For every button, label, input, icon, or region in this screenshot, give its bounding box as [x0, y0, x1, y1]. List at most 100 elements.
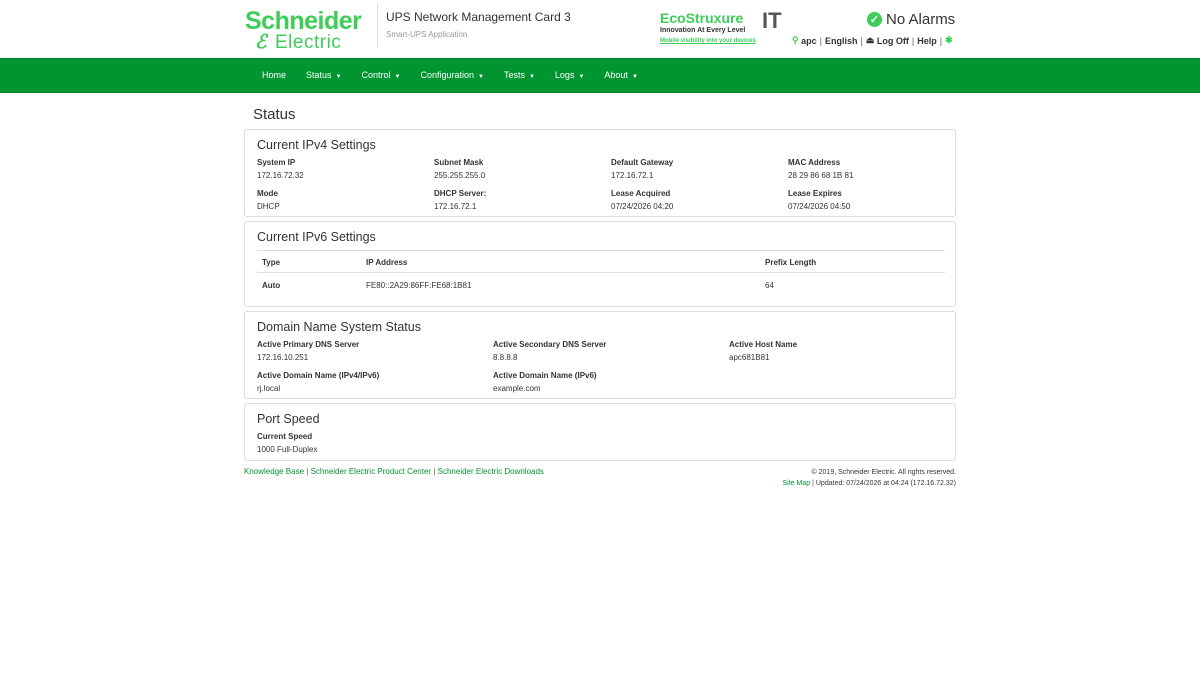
nav-item-label: Configuration — [420, 70, 474, 80]
app-title: UPS Network Management Card 3 — [386, 10, 571, 24]
nav-item-label: Logs — [554, 70, 575, 80]
dns-field: Active Domain Name (IPv6) example.com — [493, 371, 729, 402]
dns-field-label: Active Secondary DNS Server — [493, 340, 607, 349]
ipv4-field: Default Gateway 172.16.72.1 — [611, 158, 788, 189]
pin-icon[interactable]: ✱ — [945, 35, 953, 46]
footer: Knowledge Base | Schneider Electric Prod… — [244, 467, 956, 487]
alarm-status[interactable]: ✓ No Alarms — [867, 11, 955, 28]
ipv4-field: Mode DHCP — [257, 189, 434, 220]
app-title-block: UPS Network Management Card 3 Smart-UPS … — [377, 4, 571, 48]
ipv4-field-label: Lease Acquired — [611, 189, 671, 198]
product-center-link[interactable]: Schneider Electric Product Center — [311, 467, 432, 476]
updated-text: Updated: 07/24/2026 at 04:24 (172.16.72.… — [815, 480, 956, 487]
user-name[interactable]: apc — [801, 36, 817, 46]
nav-item-logs[interactable]: Logs ▼ — [545, 59, 594, 94]
ipv4-field: Subnet Mask 255.255.255.0 — [434, 158, 611, 189]
port-panel: Port Speed Current Speed 1000 Full-Duple… — [244, 403, 956, 461]
ipv4-field: System IP 172.16.72.32 — [257, 158, 434, 189]
table-cell: Auto — [262, 281, 281, 290]
nav-item-label: About — [604, 70, 628, 80]
dns-field-label: Active Primary DNS Server — [257, 340, 360, 349]
nav-item-label: Status — [306, 70, 332, 80]
ipv4-field-value: 28 29 86 68 1B 81 — [788, 171, 854, 180]
dns-title: Domain Name System Status — [257, 320, 421, 334]
ipv4-field: Lease Acquired 07/24/2026 04:20 — [611, 189, 788, 220]
dns-grid: Active Primary DNS Server 172.16.10.251 Ac… — [257, 340, 943, 402]
caret-down-icon: ▼ — [478, 74, 484, 80]
dns-field-label: Active Domain Name (IPv6) — [493, 371, 597, 380]
brand-line2: Electric — [275, 32, 342, 53]
check-circle-icon: ✓ — [867, 12, 882, 27]
ipv4-title: Current IPv4 Settings — [257, 138, 376, 152]
ipv4-field-value: 172.16.72.32 — [257, 171, 304, 180]
port-speed-value: 1000 Full-Duplex — [257, 445, 318, 454]
caret-down-icon: ▼ — [528, 74, 535, 80]
port-title: Port Speed — [257, 412, 320, 426]
swirl-icon: ℰ — [255, 32, 268, 53]
ipv4-field-value: 172.16.72.1 — [434, 202, 477, 211]
user-icon: ⚲ — [792, 35, 799, 45]
caret-down-icon: ▼ — [578, 74, 585, 80]
sitemap-link[interactable]: Site Map — [783, 480, 811, 487]
dns-field: Active Secondary DNS Server 8.8.8.8 — [493, 340, 729, 371]
dns-field-label: Active Host Name — [729, 340, 798, 349]
footer-info: © 2019, Schneider Electric. All rights r… — [782, 469, 956, 487]
ipv4-field-label: Mode — [257, 189, 278, 198]
main-nav: Home Status ▼ Control ▼ Configuration ▼ Tests ▼ L… — [0, 58, 1200, 93]
logoff-link[interactable]: Log Off — [877, 36, 909, 46]
dns-field-label: Active Domain Name (IPv4/IPv6) — [257, 371, 380, 380]
eco-mobile-link[interactable]: Mobile visibility into your devices — [660, 38, 756, 44]
ipv4-panel: Current IPv4 Settings System IP 172.16.72… — [244, 129, 956, 217]
ipv4-field: MAC Address 28 29 86 68 1B 81 — [788, 158, 948, 189]
copyright: © 2019, Schneider Electric. All rights r… — [811, 469, 956, 476]
dns-field: Active Host Name apc681B81 — [729, 340, 929, 371]
ipv4-field-label: DHCP Server: — [434, 189, 487, 198]
nav-list: Home Status ▼ Control ▼ Configuration ▼ Tests ▼ L… — [252, 59, 648, 94]
dns-field-value: rj.local — [257, 384, 281, 393]
dns-field-value: 8.8.8.8 — [493, 353, 518, 362]
help-link[interactable]: Help — [917, 36, 937, 46]
downloads-link[interactable]: Schneider Electric Downloads — [438, 467, 544, 476]
ipv4-field-value: 07/24/2026 04:50 — [788, 202, 851, 211]
ipv4-field-value: DHCP — [257, 202, 280, 211]
ipv4-grid: System IP 172.16.72.32 Subnet Mask 255.255.… — [257, 158, 943, 220]
dns-field-value: 172.16.10.251 — [257, 353, 309, 362]
ipv4-field-label: Subnet Mask — [434, 158, 484, 167]
nav-item-tests[interactable]: Tests ▼ — [494, 59, 545, 94]
ipv4-field-label: Lease Expires — [788, 189, 842, 198]
page-title: Status — [253, 106, 296, 123]
nav-item-label: Tests — [503, 70, 525, 80]
ipv4-field: DHCP Server: 172.16.72.1 — [434, 189, 611, 220]
caret-down-icon: ▼ — [394, 74, 401, 80]
eco-it: IT — [762, 8, 782, 33]
ipv6-column-header: IP Address — [361, 250, 760, 273]
ipv4-field-label: Default Gateway — [611, 158, 674, 167]
dns-field: Active Primary DNS Server 172.16.10.251 — [257, 340, 493, 371]
schneider-logo[interactable]: Schneider ℰ Electric — [245, 8, 362, 53]
table-cell: FE80::2A29:86FF:FE68:1B81 — [366, 281, 472, 290]
nav-item-control[interactable]: Control ▼ — [351, 59, 410, 94]
table-row: Auto FE80::2A29:86FF:FE68:1B81 64 — [257, 273, 945, 301]
dns-field: Active Domain Name (IPv4/IPv6) rj.local — [257, 371, 493, 402]
nav-item-home[interactable]: Home — [252, 59, 296, 94]
main-content: Status Current IPv4 Settings System IP 17… — [244, 100, 956, 465]
ipv6-table: Type IP Address Prefix Length Auto FE80::2A… — [257, 250, 945, 300]
eco-tagline: Innovation At Every Level — [660, 27, 746, 34]
nav-item-configuration[interactable]: Configuration ▼ — [410, 59, 494, 94]
nav-item-about[interactable]: About ▼ — [594, 59, 647, 94]
nav-item-label: Control — [361, 70, 391, 80]
alarm-status-text: No Alarms — [886, 11, 956, 28]
ipv6-column-header: Type — [257, 250, 361, 273]
eco-title: EcoStruxure — [660, 10, 744, 26]
language-select[interactable]: English — [825, 36, 858, 46]
ipv6-title: Current IPv6 Settings — [257, 230, 376, 244]
ecostruxure-logo: EcoStruxure IT Innovation At Every Level … — [660, 8, 782, 44]
caret-down-icon: ▼ — [335, 74, 342, 80]
ipv6-column-header: Prefix Length — [760, 250, 945, 273]
nav-item-status[interactable]: Status ▼ — [296, 59, 351, 94]
ipv4-field-label: MAC Address — [788, 158, 841, 167]
header: Schneider ℰ Electric UPS Network Manageme… — [0, 0, 1200, 58]
knowledge-base-link[interactable]: Knowledge Base — [244, 467, 304, 476]
ipv4-field-value: 255.255.255.0 — [434, 171, 486, 180]
nav-item-label: Home — [262, 70, 287, 80]
